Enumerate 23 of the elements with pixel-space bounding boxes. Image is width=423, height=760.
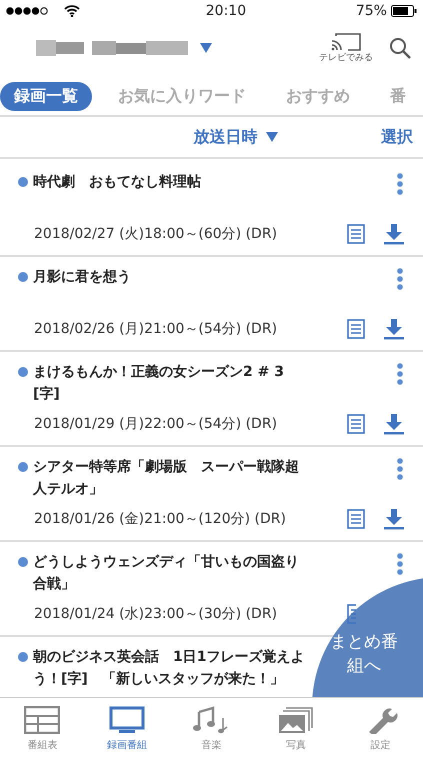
summary-programs-button[interactable]: まとめ番組へ (312, 577, 423, 697)
broadcast-date: 2018/02/26 (月)21:00～(54分) (DR) (34, 320, 278, 338)
recording-title[interactable]: 朝のビジネス英会話 1日1フレーズ覚えよう！[字] 「新しいスタッフが来た！」 (33, 646, 305, 690)
recording-title[interactable]: 時代劇 おもてなし料理帖 (33, 171, 305, 193)
status-time: 20:10 (206, 3, 246, 19)
recording-title[interactable]: どうしようウェンズディ「甘いもの国盗り合戦」 (33, 551, 305, 595)
battery-percent: 75% (356, 3, 387, 19)
sort-dropdown[interactable]: 放送日時 (194, 126, 278, 148)
select-button[interactable]: 選択 (381, 126, 413, 148)
recording-title[interactable]: 月影に君を想う (33, 266, 305, 288)
bottom-tab[interactable]: 番組表 (0, 698, 85, 760)
recording-title[interactable]: シアター特等席「劇場版 スーパー戦隊超人テルオ」 (33, 456, 305, 500)
broadcast-date: 2018/02/27 (火)18:00～(60分) (DR) (34, 225, 278, 243)
cast-button[interactable]: テレビでみる (319, 32, 373, 64)
tab[interactable]: 録画一覧 (0, 82, 92, 111)
broadcast-date: 2018/01/26 (金)21:00～(120分) (DR) (34, 510, 286, 528)
bottom-tab[interactable]: 録画番組 (84, 698, 170, 760)
recording-title[interactable]: まけるもんか！正義の女シーズン2 # 3 [字] (33, 361, 305, 405)
bottom-tab[interactable]: 設定 (338, 698, 423, 760)
bottom-tab[interactable]: 音楽 (169, 698, 254, 760)
bottom-tab[interactable]: 写真 (254, 698, 338, 760)
broadcast-date: 2018/01/24 (水)23:00～(30分) (DR) (34, 605, 278, 623)
broadcast-date: 2018/01/29 (月)22:00～(54分) (DR) (34, 415, 278, 433)
